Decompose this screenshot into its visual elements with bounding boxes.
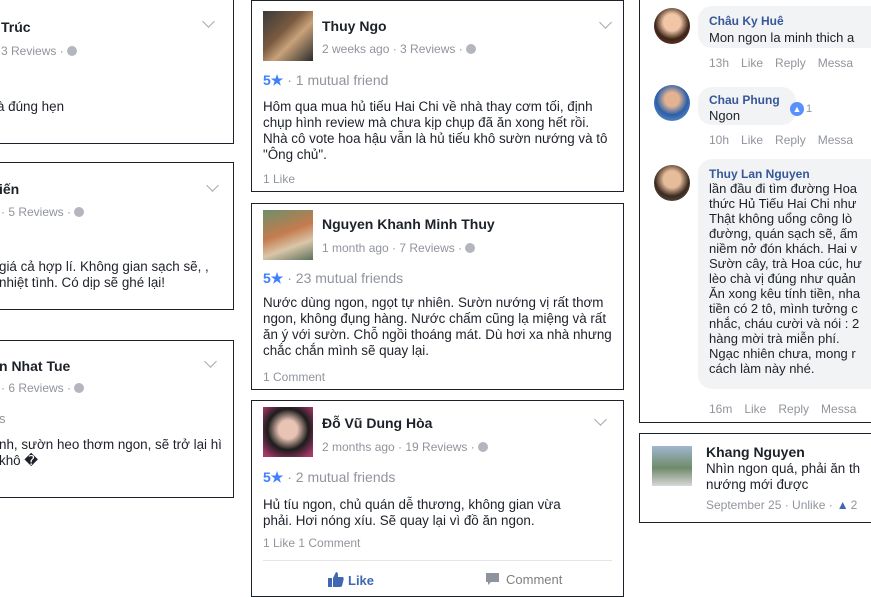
chevron-down-icon[interactable] [204,355,217,368]
reviewer-name[interactable]: Thuy Ngo [322,18,387,34]
review-footer[interactable]: 1 Like [263,172,295,186]
commenter-name[interactable]: Thuy Lan Nguyen [709,167,810,181]
review-body: à đúng hẹn [0,99,65,114]
reviewer-name[interactable]: n Nhat Tue [0,358,70,374]
comment-icon [486,573,499,585]
commenter-name[interactable]: Châu Ky Huê [709,14,784,28]
avatar[interactable] [654,8,690,44]
globe-icon [74,383,85,393]
review-body: Hủ tíu ngon, chủ quán dễ thương, không g… [263,497,561,528]
message-link[interactable]: Messa [818,56,853,70]
review-rating: s [0,411,6,426]
avatar[interactable] [654,85,690,121]
review-footer[interactable]: 1 Like 1 Comment [263,536,360,550]
comment-button[interactable]: Comment [485,572,562,587]
reply-link[interactable]: Reply [778,402,809,416]
review-rating: 5★ · 2 mutual friends [263,469,396,485]
review-body: giá cả hợp lí. Không gian sạch sẽ, , nhi… [0,259,209,290]
chevron-down-icon[interactable] [599,16,612,29]
review-body: Nước dùng ngon, ngọt tự nhiên. Sườn nướn… [263,295,612,358]
like-button[interactable]: Like [328,572,374,588]
review-meta: 3 Reviews · [1,44,77,58]
avatar[interactable] [263,11,313,61]
reply-link[interactable]: Reply [775,56,806,70]
review-body: nh, sườn heo thơm ngon, sẽ trở lại hì kh… [0,437,222,468]
reviewer-name[interactable]: Đỗ Vũ Dung Hòa [322,415,432,431]
review-rating: 5★ · 1 mutual friend [263,72,389,88]
review-card-left-1: Trúc 3 Reviews · à đúng hẹn [0,0,234,144]
thumbs-up-icon [328,572,344,587]
review-meta: · 5 Reviews · [1,205,85,219]
comment-actions: 10h Like Reply Messa [709,133,854,147]
avatar[interactable] [654,165,690,201]
review-card-left-3: n Nhat Tue · 6 Reviews · s nh, sườn heo … [0,340,234,498]
avatar[interactable] [263,210,313,260]
chevron-down-icon[interactable] [594,413,607,426]
review-meta: 2 months ago · 19 Reviews · [322,440,488,454]
divider [263,560,612,561]
message-link[interactable]: Messa [821,402,856,416]
comment-text: Nhìn ngon quá, phải ăn th nướng mới được [706,461,861,492]
review-rating: 5★ · 23 mutual friends [263,270,404,286]
like-link[interactable]: Like [741,56,763,70]
reply-link[interactable]: Reply [775,133,806,147]
review-card-thuy-ngo: Thuy Ngo 2 weeks ago · 3 Reviews · 5★ · … [251,0,624,192]
review-card-left-2: iến · 5 Reviews · giá cả hợp lí. Không g… [0,162,234,310]
comment-text: lần đầu đi tìm đường Hoa thức Hủ Tiếu Ha… [709,181,862,376]
chevron-down-icon[interactable] [206,179,219,192]
like-count-icon: ▲ [836,498,849,512]
review-card-nguyen-khanh: Nguyen Khanh Minh Thuy 1 month ago · 7 R… [251,203,624,390]
globe-icon [66,46,77,56]
globe-icon [465,44,476,54]
comment-actions: 13h Like Reply Messa [709,56,854,70]
review-meta: 2 weeks ago · 3 Reviews · [322,42,476,56]
chevron-down-icon[interactable] [202,15,215,28]
comment-meta: September 25 · Unlike · ▲ 2 [706,498,858,512]
message-link[interactable]: Messa [818,133,853,147]
review-body: Hôm qua mua hủ tiếu Hai Chi về nhà thay … [263,99,608,162]
comment-text: Ngon [709,108,741,123]
review-meta: 1 month ago · 7 Reviews · [322,241,476,255]
review-meta: · 6 Reviews · [1,381,85,395]
reviewer-name[interactable]: Nguyen Khanh Minh Thuy [322,216,495,232]
like-reaction-icon: ▲ [790,102,804,116]
comment-actions: 16m Like Reply Messa [709,402,857,416]
commenter-name[interactable]: Chau Phung [709,93,780,107]
review-footer[interactable]: 1 Comment [263,370,325,384]
comment-card-khang-nguyen: Khang Nguyen Nhìn ngon quá, phải ăn th n… [639,433,871,523]
reaction-badge[interactable]: ▲ 1 [790,102,812,116]
avatar[interactable] [652,446,692,486]
avatar[interactable] [263,407,313,457]
like-link[interactable]: Like [744,402,766,416]
comment-text: Mon ngon la minh thich a [709,30,855,45]
reviewer-name[interactable]: Trúc [1,19,31,35]
globe-icon [465,243,476,253]
globe-icon [477,442,488,452]
reviewer-name[interactable]: iến [0,181,19,197]
globe-icon [74,207,85,217]
review-card-do-vu-dung-hoa: Đỗ Vũ Dung Hòa 2 months ago · 19 Reviews… [251,400,624,597]
like-link[interactable]: Like [741,133,763,147]
commenter-name[interactable]: Khang Nguyen [706,444,805,460]
comments-panel: Châu Ky Huê Mon ngon la minh thich a 13h… [639,0,871,423]
